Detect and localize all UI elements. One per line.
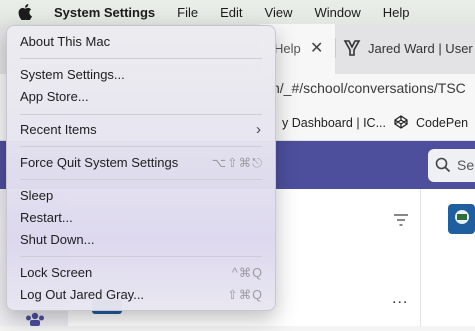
menu-separator — [20, 146, 262, 147]
menu-bar: System Settings File Edit View Window He… — [0, 0, 475, 24]
apple-menu-icon[interactable] — [0, 0, 50, 24]
menu-item-lock-screen[interactable]: Lock Screen ^⌘Q — [7, 262, 275, 283]
menu-item-force-quit[interactable]: Force Quit System Settings ⌥⇧⌘⎋ — [7, 152, 275, 173]
yale-logo-icon — [343, 39, 361, 57]
menu-item-label: Shut Down... — [20, 232, 95, 247]
chevron-right-icon: › — [256, 121, 261, 138]
menubar-app-name[interactable]: System Settings — [50, 0, 166, 24]
browser-tab-active-label: Help — [274, 41, 301, 56]
menubar-file[interactable]: File — [166, 0, 209, 24]
menubar-window[interactable]: Window — [303, 0, 371, 24]
browser-tab-second-label[interactable]: Jared Ward | User | — [368, 41, 475, 56]
tab-close-icon[interactable]: ✕ — [310, 38, 323, 58]
menu-item-restart[interactable]: Restart... — [7, 207, 275, 228]
menu-item-label: Restart... — [20, 210, 73, 225]
codepen-icon — [394, 115, 408, 129]
tab-divider — [335, 38, 336, 58]
menu-item-label: System Settings... — [20, 67, 125, 82]
menu-item-label: Force Quit System Settings — [20, 155, 179, 170]
search-icon — [435, 157, 451, 173]
menubar-view[interactable]: View — [254, 0, 304, 24]
menu-item-label: Log Out Jared Gray... — [20, 287, 145, 302]
menu-item-sleep[interactable]: Sleep — [7, 185, 275, 206]
menu-item-system-settings[interactable]: System Settings... — [7, 64, 275, 85]
menu-item-shortcut: ⇧⌘Q — [227, 288, 263, 302]
menu-item-shortcut: ⌥⇧⌘⎋ — [211, 156, 263, 170]
menubar-help[interactable]: Help — [372, 0, 421, 24]
menu-item-app-store[interactable]: App Store... — [7, 86, 275, 107]
menu-separator — [20, 256, 262, 257]
people-icon[interactable] — [24, 312, 46, 326]
app-avatar[interactable] — [448, 204, 475, 234]
bookmark-dashboard[interactable]: y Dashboard | IC... — [282, 116, 386, 130]
menu-separator — [20, 114, 262, 115]
menu-item-shut-down[interactable]: Shut Down... — [7, 229, 275, 250]
menu-item-label: About This Mac — [20, 34, 111, 49]
menu-item-label: Sleep — [20, 188, 54, 203]
menu-item-recent-items[interactable]: Recent Items › — [7, 119, 275, 140]
address-bar-url[interactable]: n/_#/school/conversations/TSC — [272, 80, 466, 96]
content-divider — [420, 189, 421, 326]
apple-menu-dropdown: About This Mac System Settings... App St… — [6, 25, 276, 311]
menubar-edit[interactable]: Edit — [209, 0, 253, 24]
bookmark-codepen[interactable]: CodePen — [416, 116, 468, 130]
menu-separator — [20, 58, 262, 59]
menu-item-shortcut: ^⌘Q — [231, 266, 263, 280]
filter-icon[interactable] — [393, 213, 409, 226]
menu-item-label: Lock Screen — [20, 265, 93, 280]
menu-item-label: App Store... — [20, 89, 89, 104]
menu-item-log-out[interactable]: Log Out Jared Gray... ⇧⌘Q — [7, 284, 275, 305]
menu-item-about-this-mac[interactable]: About This Mac — [7, 31, 275, 52]
more-options-icon[interactable]: ... — [392, 290, 408, 308]
search-placeholder: Se — [457, 157, 475, 173]
menu-item-label: Recent Items — [20, 122, 97, 137]
menu-separator — [20, 179, 262, 180]
